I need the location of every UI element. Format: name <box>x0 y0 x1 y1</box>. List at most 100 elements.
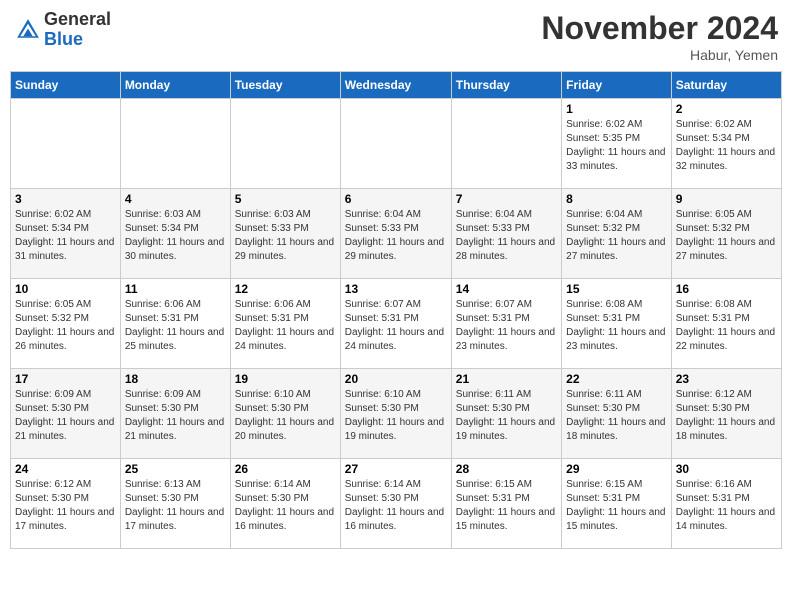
day-cell-23: 23 Sunrise: 6:12 AM Sunset: 5:30 PM Dayli… <box>671 369 781 459</box>
day-info: Sunrise: 6:04 AM Sunset: 5:33 PM Dayligh… <box>456 208 557 264</box>
day-number: 18 <box>125 372 226 386</box>
day-cell-28: 28 Sunrise: 6:15 AM Sunset: 5:31 PM Dayli… <box>451 459 561 549</box>
day-cell-29: 29 Sunrise: 6:15 AM Sunset: 5:31 PM Dayli… <box>562 459 672 549</box>
day-number: 27 <box>345 462 447 476</box>
day-info: Sunrise: 6:15 AM Sunset: 5:31 PM Dayligh… <box>456 478 557 534</box>
day-number: 26 <box>235 462 336 476</box>
day-cell-20: 20 Sunrise: 6:10 AM Sunset: 5:30 PM Dayli… <box>340 369 451 459</box>
day-cell-3: 3 Sunrise: 6:02 AM Sunset: 5:34 PM Daylig… <box>11 189 121 279</box>
weekday-header-monday: Monday <box>120 72 230 99</box>
day-number: 12 <box>235 282 336 296</box>
day-info: Sunrise: 6:04 AM Sunset: 5:32 PM Dayligh… <box>566 208 667 264</box>
day-cell-16: 16Sunrise: 6:08 AM Sunset: 5:31 PM Dayli… <box>671 279 781 369</box>
day-number: 6 <box>345 192 447 206</box>
weekday-header-wednesday: Wednesday <box>340 72 451 99</box>
week-row-1: 1 Sunrise: 6:02 AM Sunset: 5:35 PM Daylig… <box>11 99 782 189</box>
location: Habur, Yemen <box>541 47 778 63</box>
day-info: Sunrise: 6:11 AM Sunset: 5:30 PM Dayligh… <box>456 388 557 444</box>
day-info: Sunrise: 6:02 AM Sunset: 5:34 PM Dayligh… <box>676 118 777 174</box>
empty-cell <box>340 99 451 189</box>
logo: General Blue <box>14 10 111 50</box>
day-info: Sunrise: 6:06 AM Sunset: 5:31 PM Dayligh… <box>235 298 336 354</box>
day-cell-24: 24Sunrise: 6:12 AM Sunset: 5:30 PM Dayli… <box>11 459 121 549</box>
day-info: Sunrise: 6:12 AM Sunset: 5:30 PM Dayligh… <box>676 388 777 444</box>
day-cell-19: 19Sunrise: 6:10 AM Sunset: 5:30 PM Dayli… <box>230 369 340 459</box>
day-info: Sunrise: 6:16 AM Sunset: 5:31 PM Dayligh… <box>676 478 777 534</box>
day-number: 5 <box>235 192 336 206</box>
day-cell-11: 11 Sunrise: 6:06 AM Sunset: 5:31 PM Dayli… <box>120 279 230 369</box>
day-number: 17 <box>15 372 116 386</box>
calendar: SundayMondayTuesdayWednesdayThursdayFrid… <box>10 71 782 549</box>
week-row-4: 17 Sunrise: 6:09 AM Sunset: 5:30 PM Dayli… <box>11 369 782 459</box>
weekday-header-row: SundayMondayTuesdayWednesdayThursdayFrid… <box>11 72 782 99</box>
logo-icon <box>14 16 42 44</box>
week-row-2: 3 Sunrise: 6:02 AM Sunset: 5:34 PM Daylig… <box>11 189 782 279</box>
day-number: 11 <box>125 282 226 296</box>
day-number: 3 <box>15 192 116 206</box>
day-cell-30: 30 Sunrise: 6:16 AM Sunset: 5:31 PM Dayli… <box>671 459 781 549</box>
empty-cell <box>230 99 340 189</box>
day-cell-2: 2 Sunrise: 6:02 AM Sunset: 5:34 PM Daylig… <box>671 99 781 189</box>
day-number: 2 <box>676 102 777 116</box>
day-cell-21: 21Sunrise: 6:11 AM Sunset: 5:30 PM Dayli… <box>451 369 561 459</box>
day-cell-7: 7 Sunrise: 6:04 AM Sunset: 5:33 PM Daylig… <box>451 189 561 279</box>
empty-cell <box>11 99 121 189</box>
week-row-3: 10Sunrise: 6:05 AM Sunset: 5:32 PM Dayli… <box>11 279 782 369</box>
day-number: 24 <box>15 462 116 476</box>
day-info: Sunrise: 6:02 AM Sunset: 5:34 PM Dayligh… <box>15 208 116 264</box>
weekday-header-saturday: Saturday <box>671 72 781 99</box>
day-info: Sunrise: 6:09 AM Sunset: 5:30 PM Dayligh… <box>15 388 116 444</box>
day-number: 4 <box>125 192 226 206</box>
day-cell-6: 6 Sunrise: 6:04 AM Sunset: 5:33 PM Daylig… <box>340 189 451 279</box>
day-info: Sunrise: 6:13 AM Sunset: 5:30 PM Dayligh… <box>125 478 226 534</box>
weekday-header-tuesday: Tuesday <box>230 72 340 99</box>
day-cell-17: 17 Sunrise: 6:09 AM Sunset: 5:30 PM Dayli… <box>11 369 121 459</box>
day-cell-25: 25 Sunrise: 6:13 AM Sunset: 5:30 PM Dayli… <box>120 459 230 549</box>
day-cell-18: 18 Sunrise: 6:09 AM Sunset: 5:30 PM Dayli… <box>120 369 230 459</box>
day-number: 13 <box>345 282 447 296</box>
empty-cell <box>120 99 230 189</box>
weekday-header-sunday: Sunday <box>11 72 121 99</box>
weekday-header-friday: Friday <box>562 72 672 99</box>
day-info: Sunrise: 6:04 AM Sunset: 5:33 PM Dayligh… <box>345 208 447 264</box>
day-info: Sunrise: 6:10 AM Sunset: 5:30 PM Dayligh… <box>345 388 447 444</box>
day-number: 29 <box>566 462 667 476</box>
day-cell-10: 10Sunrise: 6:05 AM Sunset: 5:32 PM Dayli… <box>11 279 121 369</box>
month-title: November 2024 <box>541 10 778 47</box>
day-info: Sunrise: 6:08 AM Sunset: 5:31 PM Dayligh… <box>676 298 777 354</box>
day-number: 8 <box>566 192 667 206</box>
day-number: 15 <box>566 282 667 296</box>
day-number: 20 <box>345 372 447 386</box>
day-info: Sunrise: 6:07 AM Sunset: 5:31 PM Dayligh… <box>456 298 557 354</box>
day-number: 1 <box>566 102 667 116</box>
day-cell-12: 12 Sunrise: 6:06 AM Sunset: 5:31 PM Dayli… <box>230 279 340 369</box>
day-info: Sunrise: 6:08 AM Sunset: 5:31 PM Dayligh… <box>566 298 667 354</box>
day-number: 25 <box>125 462 226 476</box>
day-number: 30 <box>676 462 777 476</box>
title-area: November 2024 Habur, Yemen <box>541 10 778 63</box>
day-cell-9: 9 Sunrise: 6:05 AM Sunset: 5:32 PM Daylig… <box>671 189 781 279</box>
day-info: Sunrise: 6:05 AM Sunset: 5:32 PM Dayligh… <box>15 298 116 354</box>
day-cell-8: 8 Sunrise: 6:04 AM Sunset: 5:32 PM Daylig… <box>562 189 672 279</box>
day-number: 23 <box>676 372 777 386</box>
day-info: Sunrise: 6:02 AM Sunset: 5:35 PM Dayligh… <box>566 118 667 174</box>
day-cell-4: 4 Sunrise: 6:03 AM Sunset: 5:34 PM Daylig… <box>120 189 230 279</box>
day-info: Sunrise: 6:15 AM Sunset: 5:31 PM Dayligh… <box>566 478 667 534</box>
week-row-5: 24Sunrise: 6:12 AM Sunset: 5:30 PM Dayli… <box>11 459 782 549</box>
day-number: 9 <box>676 192 777 206</box>
day-info: Sunrise: 6:11 AM Sunset: 5:30 PM Dayligh… <box>566 388 667 444</box>
day-info: Sunrise: 6:06 AM Sunset: 5:31 PM Dayligh… <box>125 298 226 354</box>
day-cell-5: 5 Sunrise: 6:03 AM Sunset: 5:33 PM Daylig… <box>230 189 340 279</box>
day-info: Sunrise: 6:09 AM Sunset: 5:30 PM Dayligh… <box>125 388 226 444</box>
day-number: 22 <box>566 372 667 386</box>
day-number: 7 <box>456 192 557 206</box>
day-cell-13: 13Sunrise: 6:07 AM Sunset: 5:31 PM Dayli… <box>340 279 451 369</box>
day-cell-14: 14Sunrise: 6:07 AM Sunset: 5:31 PM Dayli… <box>451 279 561 369</box>
day-number: 28 <box>456 462 557 476</box>
day-cell-27: 27Sunrise: 6:14 AM Sunset: 5:30 PM Dayli… <box>340 459 451 549</box>
day-cell-26: 26Sunrise: 6:14 AM Sunset: 5:30 PM Dayli… <box>230 459 340 549</box>
day-info: Sunrise: 6:03 AM Sunset: 5:33 PM Dayligh… <box>235 208 336 264</box>
day-info: Sunrise: 6:05 AM Sunset: 5:32 PM Dayligh… <box>676 208 777 264</box>
day-cell-22: 22 Sunrise: 6:11 AM Sunset: 5:30 PM Dayli… <box>562 369 672 459</box>
day-info: Sunrise: 6:03 AM Sunset: 5:34 PM Dayligh… <box>125 208 226 264</box>
